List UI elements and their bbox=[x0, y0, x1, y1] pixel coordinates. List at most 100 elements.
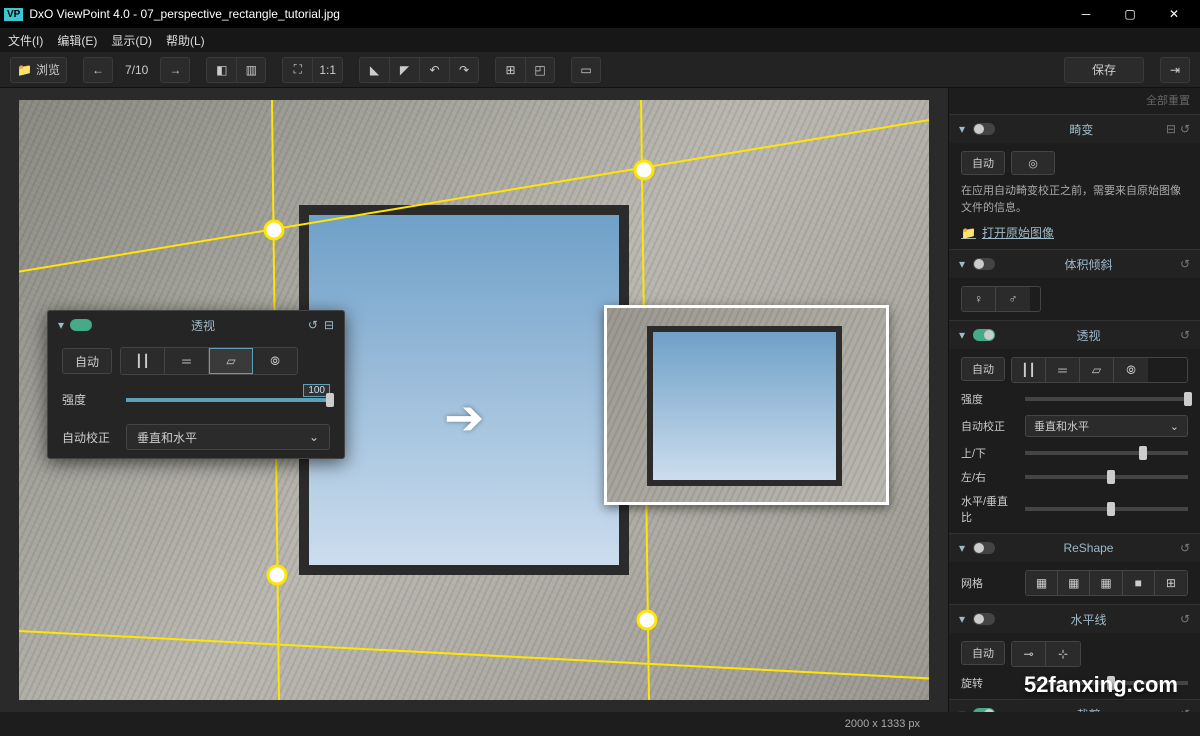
app-badge: VP bbox=[4, 8, 23, 21]
status-bar: 2000 x 1333 px bbox=[0, 712, 1200, 736]
panel-toggle[interactable] bbox=[70, 319, 92, 331]
rotate-ccw-icon[interactable]: ↶ bbox=[419, 57, 449, 83]
persp-rectangle-icon[interactable]: ▱ bbox=[1080, 358, 1114, 382]
auto-correct-select[interactable]: 垂直和水平 ⌄ bbox=[126, 424, 330, 450]
chevron-down-icon[interactable]: ▾ bbox=[959, 328, 973, 342]
section-reshape: ▾ ReShape ↺ 网格 ▦ ▦ ▦ ■ ⊞ bbox=[949, 533, 1200, 604]
reshape-header[interactable]: ▾ ReShape ↺ bbox=[949, 534, 1200, 562]
volume-toggle[interactable] bbox=[973, 258, 995, 270]
undo-icon[interactable]: ↺ bbox=[1180, 541, 1190, 555]
distortion-toggle[interactable] bbox=[973, 123, 995, 135]
float-panel-header[interactable]: ▾ 透视 ↺ ⊟ bbox=[48, 311, 344, 339]
reshape-toggle[interactable] bbox=[973, 542, 995, 554]
grid-solid-icon[interactable]: ■ bbox=[1123, 571, 1155, 595]
undo-icon[interactable]: ↺ bbox=[1180, 612, 1190, 626]
horizon-v-icon[interactable]: ⊹ bbox=[1046, 642, 1080, 666]
maximize-button[interactable]: ▢ bbox=[1108, 0, 1152, 28]
persp-auto-button[interactable]: 自动 bbox=[961, 357, 1005, 381]
minimize-button[interactable]: ─ bbox=[1064, 0, 1108, 28]
grid-icon[interactable]: ⊞ bbox=[495, 57, 525, 83]
mode-horizontal-icon[interactable]: ＝ bbox=[165, 348, 209, 374]
undo-icon[interactable]: ↺ bbox=[1180, 257, 1190, 271]
volume-header[interactable]: ▾ 体积倾斜 ↺ bbox=[949, 250, 1200, 278]
mode-rectangle-icon[interactable]: ▱ bbox=[209, 348, 253, 374]
rotate-cw-icon[interactable]: ↷ bbox=[449, 57, 479, 83]
grid-2x2-icon[interactable]: ▦ bbox=[1026, 571, 1058, 595]
browse-button[interactable]: 📁 浏览 bbox=[10, 57, 67, 83]
perspective-header[interactable]: ▾ 透视 ↺ bbox=[949, 321, 1200, 349]
float-panel-title: 透视 bbox=[98, 317, 308, 334]
persp-8point-icon[interactable]: ⦾ bbox=[1114, 358, 1148, 382]
chevron-down-icon[interactable]: ▾ bbox=[959, 707, 973, 712]
persp-autocorrect-select[interactable]: 垂直和水平 ⌄ bbox=[1025, 415, 1188, 437]
menu-help[interactable]: 帮助(L) bbox=[166, 32, 205, 49]
volume-h-icon[interactable]: ♀ bbox=[962, 287, 996, 311]
horizon-auto-button[interactable]: 自动 bbox=[961, 641, 1005, 665]
zoom-fit-icon[interactable]: ⛶ bbox=[282, 57, 312, 83]
persp-autocorrect-value: 垂直和水平 bbox=[1034, 418, 1089, 434]
reset-icon[interactable]: ⊟ bbox=[324, 318, 334, 332]
grid-custom-icon[interactable]: ⊞ bbox=[1155, 571, 1187, 595]
save-button[interactable]: 保存 bbox=[1064, 57, 1144, 83]
undo-icon[interactable]: ↺ bbox=[1180, 328, 1190, 342]
perspective-float-panel[interactable]: ▾ 透视 ↺ ⊟ 自动 ┃┃ ＝ ▱ ⦾ 强度 100 bbox=[47, 310, 345, 459]
grid-4x4-icon[interactable]: ▦ bbox=[1090, 571, 1122, 595]
undo-icon[interactable]: ↺ bbox=[1180, 122, 1190, 136]
close-button[interactable]: ✕ bbox=[1152, 0, 1196, 28]
horizon-header[interactable]: ▾ 水平线 ↺ bbox=[949, 605, 1200, 633]
prev-button[interactable]: ← bbox=[83, 57, 113, 83]
reset-all-button[interactable]: 全部重置 bbox=[949, 88, 1200, 114]
page-indicator: 7/10 bbox=[117, 63, 156, 77]
chevron-down-icon[interactable]: ▾ bbox=[959, 612, 973, 626]
crop-toggle[interactable] bbox=[973, 708, 995, 712]
mode-vertical-icon[interactable]: ┃┃ bbox=[121, 348, 165, 374]
menu-file[interactable]: 文件(I) bbox=[8, 32, 43, 49]
menu-edit[interactable]: 编辑(E) bbox=[57, 32, 97, 49]
flip-h-icon[interactable]: ◣ bbox=[359, 57, 389, 83]
open-original-link[interactable]: 📁 打开原始图像 bbox=[961, 224, 1188, 241]
compare-single-icon[interactable]: ◧ bbox=[206, 57, 236, 83]
persp-horizontal-icon[interactable]: ＝ bbox=[1046, 358, 1080, 382]
perspective-mode-buttons: ┃┃ ＝ ▱ ⦾ bbox=[120, 347, 298, 375]
expand-panel-icon[interactable]: ⇥ bbox=[1160, 57, 1190, 83]
persp-autocorrect-label: 自动校正 bbox=[961, 418, 1017, 434]
persp-leftright-slider[interactable] bbox=[1025, 475, 1188, 479]
flip-v-icon[interactable]: ◤ bbox=[389, 57, 419, 83]
volume-v-icon[interactable]: ♂ bbox=[996, 287, 1030, 311]
persp-vertical-icon[interactable]: ┃┃ bbox=[1012, 358, 1046, 382]
chevron-down-icon[interactable]: ▾ bbox=[58, 318, 64, 332]
mode-8point-icon[interactable]: ⦾ bbox=[253, 348, 297, 374]
next-button[interactable]: → bbox=[160, 57, 190, 83]
horizon-h-icon[interactable]: ⊸ bbox=[1012, 642, 1046, 666]
chevron-down-icon[interactable]: ▾ bbox=[959, 257, 973, 271]
canvas[interactable]: ➔ ▾ 透视 ↺ ⊟ 自动 ┃┃ ＝ ▱ ⦾ bbox=[0, 88, 948, 712]
crop-header[interactable]: ▾ 裁剪 ↺ bbox=[949, 700, 1200, 712]
persp-intensity-slider[interactable] bbox=[1025, 397, 1188, 401]
folder-icon: 📁 bbox=[961, 226, 976, 240]
zoom-1to1[interactable]: 1:1 bbox=[312, 57, 343, 83]
title-bar: VP DxO ViewPoint 4.0 - 07_perspective_re… bbox=[0, 0, 1200, 28]
crop-tool-icon[interactable]: ◰ bbox=[525, 57, 555, 83]
grid-3x3-icon[interactable]: ▦ bbox=[1058, 571, 1090, 595]
chevron-down-icon[interactable]: ▾ bbox=[959, 541, 973, 555]
volume-title: 体积倾斜 bbox=[1001, 256, 1176, 273]
undo-icon[interactable]: ↺ bbox=[308, 318, 318, 332]
chevron-down-icon[interactable]: ▾ bbox=[959, 122, 973, 136]
undo-icon[interactable]: ↺ bbox=[1180, 707, 1190, 712]
persp-updown-slider[interactable] bbox=[1025, 451, 1188, 455]
menu-view[interactable]: 显示(D) bbox=[111, 32, 152, 49]
sidebar: 全部重置 ▾ 畸变 ⊟ ↺ 自动 ◎ 在应用自动畸变校正之前，需要来自原始图像文… bbox=[948, 88, 1200, 712]
info-icon[interactable]: ▭ bbox=[571, 57, 601, 83]
distortion-auto-button[interactable]: 自动 bbox=[961, 151, 1005, 175]
distortion-manual-icon[interactable]: ◎ bbox=[1011, 151, 1055, 175]
compare-split-icon[interactable]: ▥ bbox=[236, 57, 266, 83]
persp-hvratio-slider[interactable] bbox=[1025, 507, 1188, 511]
perspective-auto-button[interactable]: 自动 bbox=[62, 348, 112, 374]
horizon-toggle[interactable] bbox=[973, 613, 995, 625]
distortion-header[interactable]: ▾ 畸变 ⊟ ↺ bbox=[949, 115, 1200, 143]
perspective-toggle[interactable] bbox=[973, 329, 995, 341]
reset-icon[interactable]: ⊟ bbox=[1166, 122, 1176, 136]
intensity-slider[interactable]: 100 bbox=[126, 398, 330, 402]
auto-correct-label: 自动校正 bbox=[62, 429, 118, 446]
distortion-title: 畸变 bbox=[1001, 121, 1162, 138]
